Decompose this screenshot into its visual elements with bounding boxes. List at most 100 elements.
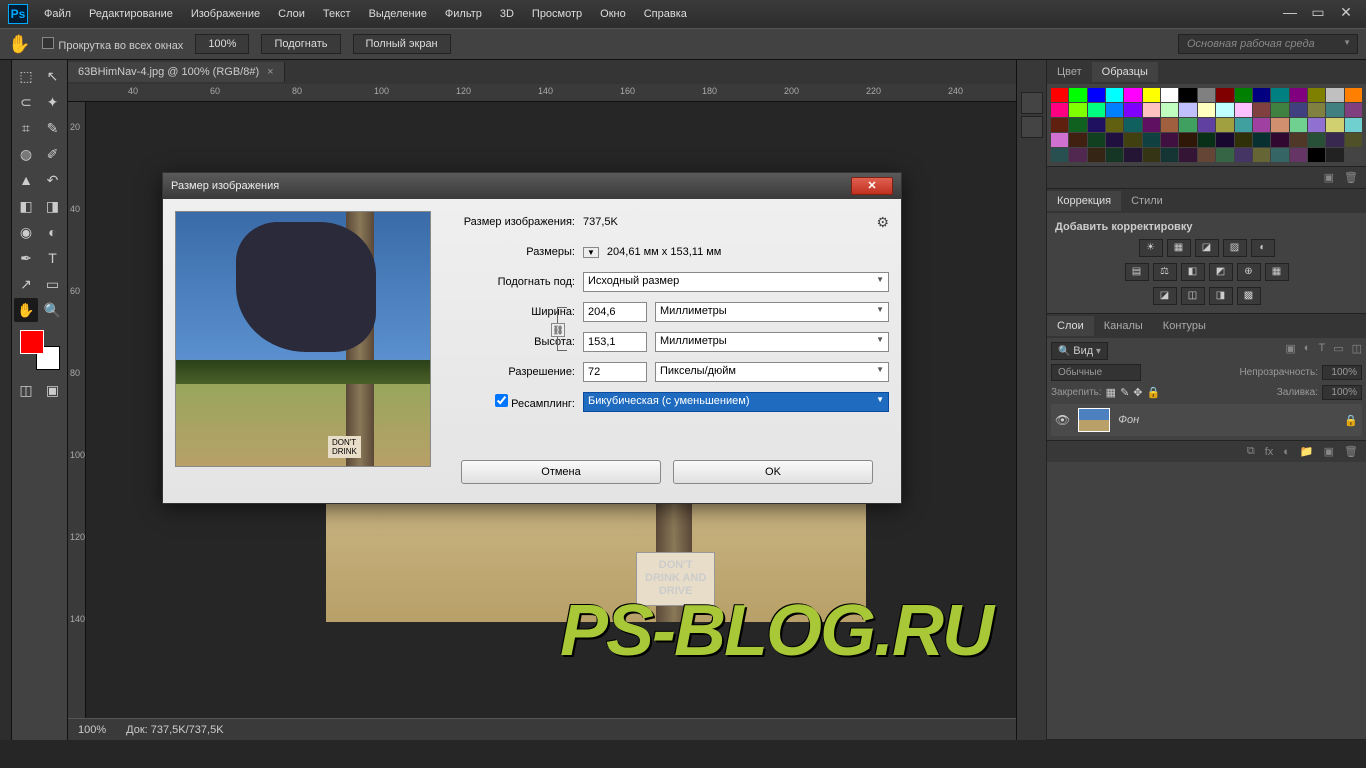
swatch[interactable] — [1308, 148, 1325, 162]
swatch[interactable] — [1290, 133, 1307, 147]
swatch[interactable] — [1179, 148, 1196, 162]
swatch[interactable] — [1179, 118, 1196, 132]
adj-icon[interactable]: ▩ — [1237, 287, 1261, 305]
swatch[interactable] — [1051, 133, 1068, 147]
dialog-titlebar[interactable]: Размер изображения ✕ — [163, 173, 901, 199]
filter-img-icon[interactable]: ▣ — [1285, 342, 1295, 360]
hand-tool[interactable]: ✋ — [14, 298, 38, 322]
history-tool[interactable]: ↶ — [41, 168, 65, 192]
swatch[interactable] — [1198, 103, 1215, 117]
swatch[interactable] — [1051, 118, 1068, 132]
swatch[interactable] — [1253, 103, 1270, 117]
swatch[interactable] — [1106, 148, 1123, 162]
swatch[interactable] — [1161, 103, 1178, 117]
swatch[interactable] — [1326, 148, 1343, 162]
resample-checkbox[interactable] — [495, 394, 508, 407]
swatch[interactable] — [1235, 133, 1252, 147]
menu-window[interactable]: Окно — [592, 4, 634, 24]
lasso-tool[interactable]: ⊂ — [14, 90, 38, 114]
dialog-preview[interactable]: DON'TDRINK — [175, 211, 431, 467]
swatch[interactable] — [1143, 133, 1160, 147]
resolution-unit-dropdown[interactable]: Пикселы/дюйм — [655, 362, 889, 382]
filter-smart-icon[interactable]: ◫ — [1352, 342, 1362, 360]
heal-tool[interactable]: ◍ — [14, 142, 38, 166]
filter-adj-icon[interactable]: ◐ — [1304, 342, 1311, 360]
new-layer-icon[interactable]: ▣ — [1324, 445, 1334, 458]
menu-layer[interactable]: Слои — [270, 4, 313, 24]
swatch[interactable] — [1106, 133, 1123, 147]
swatch[interactable] — [1345, 88, 1362, 102]
menu-file[interactable]: Файл — [36, 4, 79, 24]
swatch[interactable] — [1161, 88, 1178, 102]
tab-channels[interactable]: Каналы — [1094, 316, 1153, 336]
cancel-button[interactable]: Отмена — [461, 460, 661, 484]
fit-button[interactable]: Подогнать — [261, 34, 340, 54]
swatch[interactable] — [1106, 118, 1123, 132]
swatch[interactable] — [1235, 103, 1252, 117]
swatch[interactable] — [1326, 133, 1343, 147]
adj-icon[interactable]: ◧ — [1181, 263, 1205, 281]
mask-icon[interactable]: ◐ — [1283, 446, 1290, 458]
lock-all-icon[interactable]: 🔒 — [1147, 386, 1161, 399]
swatch[interactable] — [1326, 88, 1343, 102]
swatch[interactable] — [1345, 148, 1362, 162]
move-tool[interactable]: ⬚ — [14, 64, 38, 88]
swatch[interactable] — [1161, 133, 1178, 147]
dimensions-toggle[interactable]: ▼ — [583, 247, 599, 258]
layer-kind-dropdown[interactable]: 🔍 Вид ▾ — [1051, 342, 1108, 360]
trash-icon[interactable]: 🗑 — [1344, 445, 1358, 458]
swatch[interactable] — [1051, 88, 1068, 102]
menu-filter[interactable]: Фильтр — [437, 4, 490, 24]
menu-help[interactable]: Справка — [636, 4, 695, 24]
menu-text[interactable]: Текст — [315, 4, 359, 24]
filter-shape-icon[interactable]: ▭ — [1333, 342, 1343, 360]
swatch[interactable] — [1290, 88, 1307, 102]
adj-icon[interactable]: ◪ — [1153, 287, 1177, 305]
swatch[interactable] — [1179, 133, 1196, 147]
swatch[interactable] — [1069, 103, 1086, 117]
fill-value[interactable]: 100% — [1322, 385, 1362, 400]
swatch[interactable] — [1290, 118, 1307, 132]
screenmode-tool[interactable]: ▣ — [41, 378, 65, 402]
status-zoom[interactable]: 100% — [78, 724, 106, 736]
layer-name[interactable]: Фон — [1118, 414, 1139, 426]
filter-type-icon[interactable]: T — [1318, 342, 1325, 360]
swatch[interactable] — [1051, 103, 1068, 117]
width-input[interactable] — [583, 302, 647, 322]
new-swatch-icon[interactable]: ▣ — [1324, 171, 1334, 184]
close-button[interactable]: ✕ — [1334, 6, 1358, 22]
tab-swatches[interactable]: Образцы — [1092, 62, 1158, 82]
menu-image[interactable]: Изображение — [183, 4, 268, 24]
swatch[interactable] — [1235, 148, 1252, 162]
path-tool[interactable]: ↗ — [14, 272, 38, 296]
swatch[interactable] — [1216, 103, 1233, 117]
adj-icon[interactable]: ◨ — [1209, 287, 1233, 305]
adj-icon[interactable]: ▤ — [1125, 263, 1149, 281]
swatch[interactable] — [1308, 118, 1325, 132]
swatch[interactable] — [1069, 148, 1086, 162]
swatch[interactable] — [1216, 118, 1233, 132]
ok-button[interactable]: OK — [673, 460, 873, 484]
swatch[interactable] — [1216, 148, 1233, 162]
swatch[interactable] — [1124, 133, 1141, 147]
scroll-all-checkbox[interactable]: Прокрутка во всех окнах — [42, 37, 183, 52]
fit-dropdown[interactable]: Исходный размер — [583, 272, 889, 292]
swatch[interactable] — [1271, 118, 1288, 132]
swatch[interactable] — [1143, 88, 1160, 102]
swatch[interactable] — [1308, 88, 1325, 102]
strip-icon[interactable] — [1021, 92, 1043, 114]
swatch[interactable] — [1271, 103, 1288, 117]
height-input[interactable] — [583, 332, 647, 352]
adj-icon[interactable]: ⚖ — [1153, 263, 1177, 281]
swatch[interactable] — [1088, 148, 1105, 162]
link-icon[interactable]: ⧉ — [1247, 445, 1255, 458]
fx-icon[interactable]: fx — [1265, 446, 1274, 458]
adj-icon[interactable]: ☀ — [1139, 239, 1163, 257]
swatch[interactable] — [1271, 148, 1288, 162]
swatch[interactable] — [1179, 103, 1196, 117]
arrow-tool[interactable]: ↖ — [41, 64, 65, 88]
swatch[interactable] — [1326, 103, 1343, 117]
dialog-close-button[interactable]: ✕ — [851, 177, 893, 195]
link-wh-icon[interactable]: ⛓ — [551, 323, 565, 337]
opacity-value[interactable]: 100% — [1322, 365, 1362, 380]
